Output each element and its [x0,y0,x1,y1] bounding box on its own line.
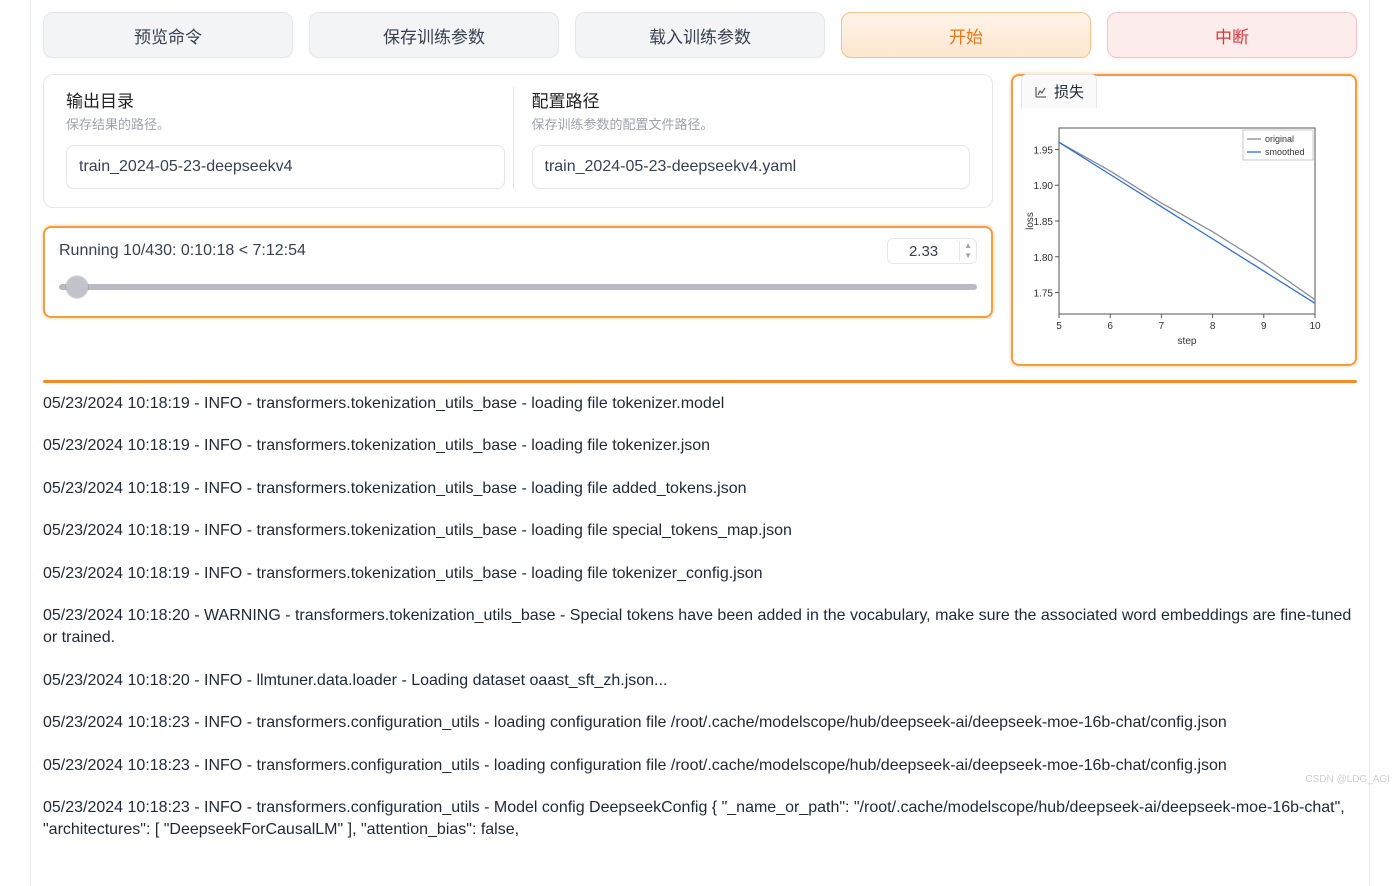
svg-text:10: 10 [1309,321,1321,332]
output-dir-sublabel: 保存结果的路径。 [66,114,505,133]
log-line: 05/23/2024 10:18:19 - INFO - transformer… [43,520,1357,542]
load-params-button[interactable]: 载入训练参数 [575,12,825,58]
svg-text:1.80: 1.80 [1034,253,1054,264]
output-dir-group: 输出目录 保存结果的路径。 [58,87,513,189]
svg-text:9: 9 [1261,321,1267,332]
svg-text:1.85: 1.85 [1034,217,1054,228]
status-card: Running 10/430: 0:10:18 < 7:12:54 2.33 ▲… [43,226,993,318]
io-paths-card: 输出目录 保存结果的路径。 配置路径 保存训练参数的配置文件路径。 [43,74,993,208]
svg-text:step: step [1178,336,1197,347]
svg-text:5: 5 [1056,321,1062,332]
log-line: 05/23/2024 10:18:23 - INFO - transformer… [43,712,1357,734]
loss-chart: 1.75 1.80 1.85 1.90 1.95 5 6 7 8 9 10 step loss origi… [1021,118,1331,348]
chart-icon [1034,85,1048,99]
svg-text:8: 8 [1210,321,1216,332]
output-dir-label: 输出目录 [66,87,505,112]
log-divider [43,380,1357,383]
save-params-button[interactable]: 保存训练参数 [309,12,559,58]
abort-button[interactable]: 中断 [1107,12,1357,58]
svg-text:loss: loss [1025,212,1036,230]
log-line: 05/23/2024 10:18:23 - INFO - transformer… [43,755,1357,777]
progress-slider-thumb[interactable] [66,276,88,298]
watermark-text: CSDN @LDG_AGI [1305,774,1390,785]
progress-stepper[interactable]: 2.33 ▲ ▼ [887,238,977,264]
svg-text:7: 7 [1159,321,1165,332]
progress-stepper-value: 2.33 [888,243,959,260]
svg-text:1.95: 1.95 [1034,145,1054,156]
log-line: 05/23/2024 10:18:19 - INFO - transformer… [43,563,1357,585]
stepper-down-icon[interactable]: ▼ [960,251,976,261]
log-line: 05/23/2024 10:18:20 - INFO - llmtuner.da… [43,670,1357,692]
svg-text:6: 6 [1107,321,1113,332]
log-line: 05/23/2024 10:18:20 - WARNING - transfor… [43,605,1357,650]
stepper-up-icon[interactable]: ▲ [960,241,976,251]
output-dir-input[interactable] [66,145,505,189]
config-path-sublabel: 保存训练参数的配置文件路径。 [532,114,971,133]
loss-chart-card: 损失 1.75 1.80 1.85 1.90 1.95 5 6 7 8 9 10 step loss or… [1011,74,1357,366]
status-text: Running 10/430: 0:10:18 < 7:12:54 [59,242,306,260]
svg-text:smoothed: smoothed [1265,147,1305,157]
log-line: 05/23/2024 10:18:19 - INFO - transformer… [43,435,1357,457]
svg-text:1.90: 1.90 [1034,181,1054,192]
preview-command-button[interactable]: 预览命令 [43,12,293,58]
config-path-label: 配置路径 [532,87,971,112]
progress-slider[interactable] [59,276,977,298]
log-line: 05/23/2024 10:18:23 - INFO - transformer… [43,797,1357,842]
log-line: 05/23/2024 10:18:19 - INFO - transformer… [43,393,1357,415]
svg-text:1.75: 1.75 [1034,289,1054,300]
action-button-row: 预览命令 保存训练参数 载入训练参数 开始 中断 [31,12,1369,74]
loss-tab-label: 损失 [1054,81,1084,102]
log-line: 05/23/2024 10:18:19 - INFO - transformer… [43,478,1357,500]
loss-chart-tab[interactable]: 损失 [1021,74,1097,108]
config-path-input[interactable] [532,145,971,189]
config-path-group: 配置路径 保存训练参数的配置文件路径。 [513,87,979,189]
start-button[interactable]: 开始 [841,12,1091,58]
svg-text:original: original [1265,134,1294,144]
log-output: 05/23/2024 10:18:19 - INFO - transformer… [31,393,1369,874]
